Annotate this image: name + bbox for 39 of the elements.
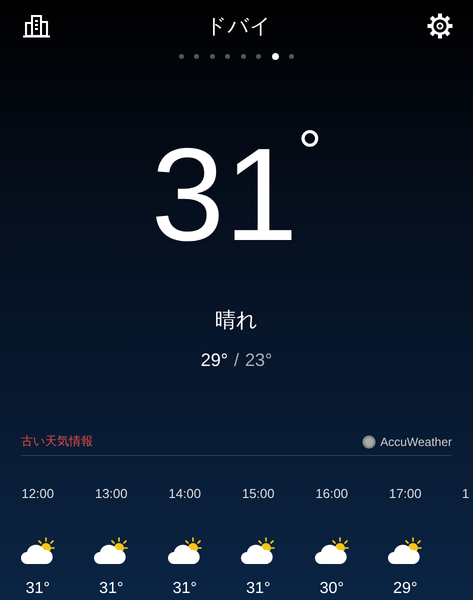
page-dot[interactable] xyxy=(289,54,294,59)
hour-temp: 29° xyxy=(393,580,418,598)
sun-logo-icon xyxy=(362,434,376,448)
partly-cloudy-icon xyxy=(94,536,128,566)
hour-temp: 31° xyxy=(172,580,197,598)
high-temp: 29° xyxy=(200,350,228,371)
hour-time: 14:00 xyxy=(168,486,202,502)
page-dot[interactable] xyxy=(178,54,184,59)
hour-time: 12:00 xyxy=(21,486,54,502)
page-dot[interactable] xyxy=(240,54,246,59)
settings-icon[interactable] xyxy=(427,13,453,39)
page-dot[interactable] xyxy=(225,54,230,59)
hour-temp: 31° xyxy=(246,580,270,598)
city-title: ドバイ xyxy=(206,13,272,40)
hour-temp: 31° xyxy=(26,580,50,598)
partly-cloudy-icon xyxy=(314,536,349,566)
hour-time: 13:00 xyxy=(94,486,128,502)
hour-time: 1 xyxy=(462,486,470,502)
temperature: 31 xyxy=(151,120,298,270)
partly-cloudy-icon xyxy=(20,536,55,566)
hour-temp: 31° xyxy=(99,580,124,598)
page-dot[interactable] xyxy=(272,53,279,60)
partly-cloudy-icon xyxy=(241,536,276,566)
hour-temp: 30° xyxy=(320,580,344,598)
page-dot[interactable] xyxy=(210,54,215,59)
low-temp: 23° xyxy=(245,350,272,371)
partly-cloudy-icon xyxy=(168,536,202,566)
separator: / xyxy=(234,350,239,371)
partly-cloudy-icon xyxy=(388,536,422,566)
degree-sign: ° xyxy=(298,122,322,187)
condition-text: 晴れ xyxy=(214,307,259,334)
hour-time: 16:00 xyxy=(315,486,348,502)
page-dot[interactable] xyxy=(256,54,262,59)
buildings-icon[interactable] xyxy=(22,14,50,38)
provider-name: AccuWeather xyxy=(380,434,452,448)
outdated-notice: 古い天気情報 xyxy=(21,433,93,450)
hour-time: 17:00 xyxy=(388,486,422,502)
hour-time: 15:00 xyxy=(242,486,275,502)
page-dot[interactable] xyxy=(194,54,200,59)
